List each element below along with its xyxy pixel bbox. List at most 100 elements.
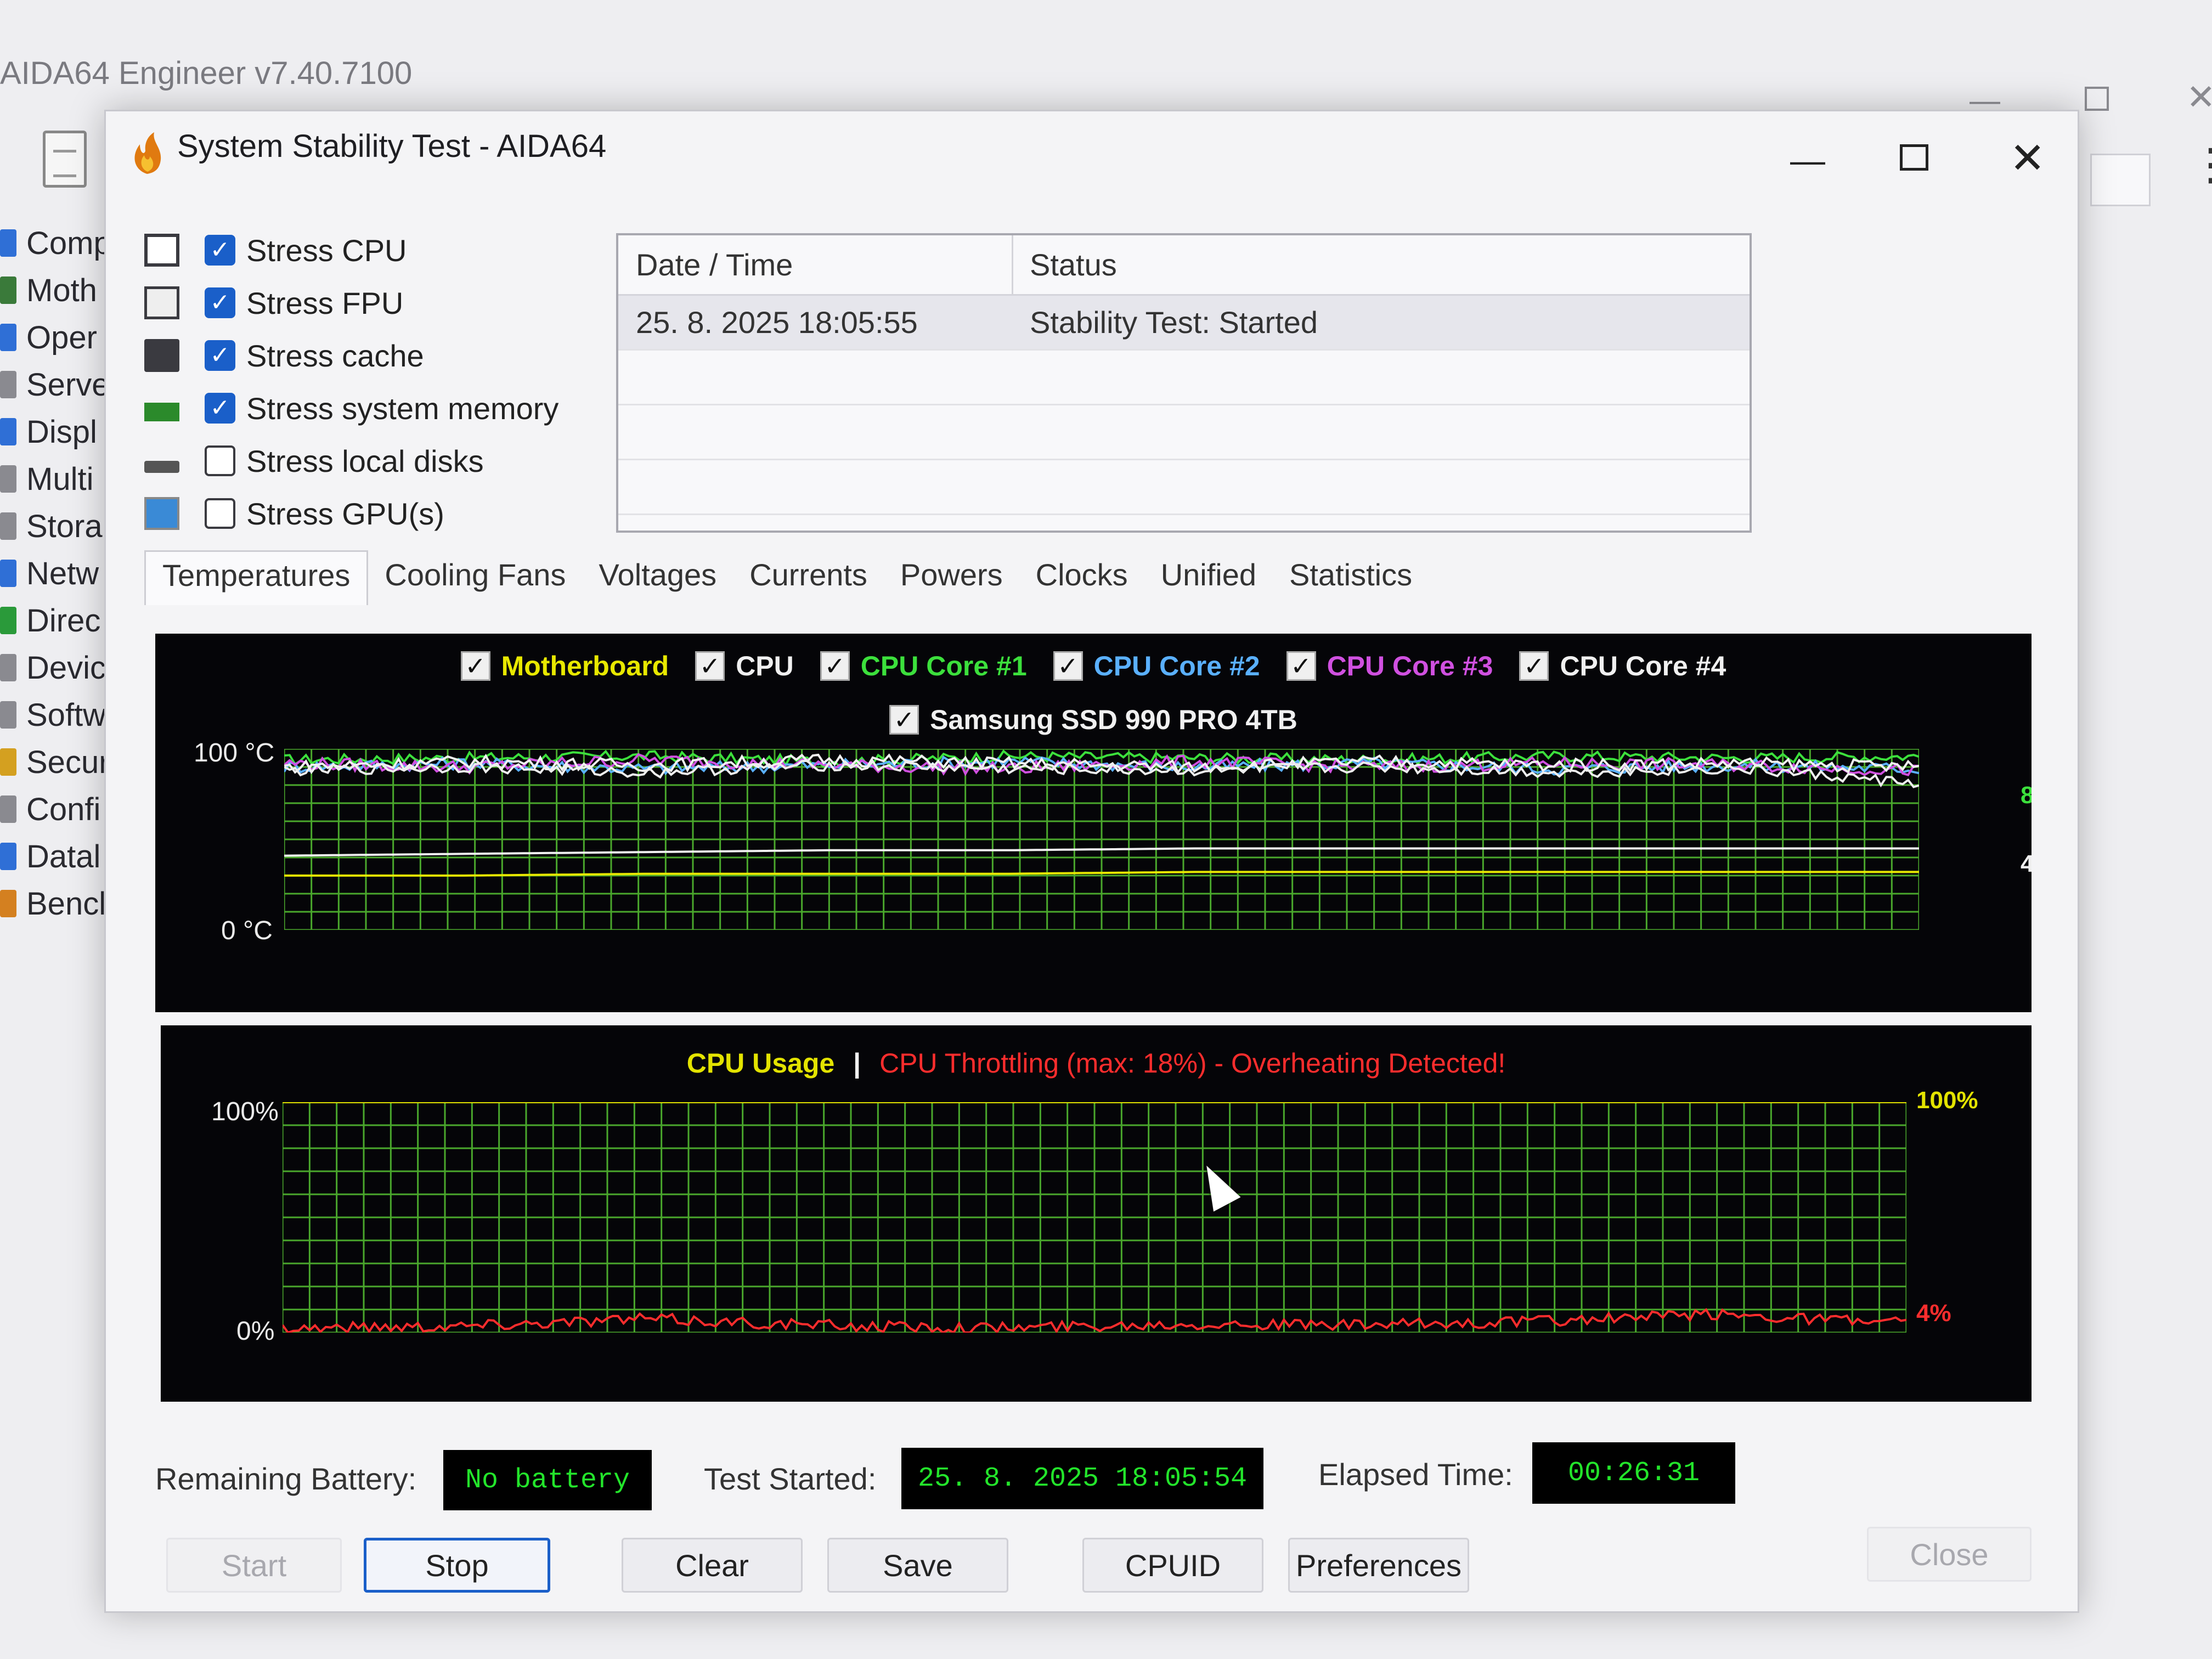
stress-option-checkbox[interactable] bbox=[205, 498, 235, 529]
legend-item[interactable]: CPU Core #4 bbox=[1519, 650, 1726, 682]
remaining-battery-label: Remaining Battery: bbox=[155, 1462, 417, 1496]
stability-test-dialog: System Stability Test - AIDA64 — ✕ Stres… bbox=[104, 110, 2079, 1613]
cpu-chart-title: CPU Usage | CPU Throttling (max: 18%) - … bbox=[161, 1047, 2032, 1079]
tab-clocks[interactable]: Clocks bbox=[1019, 550, 1144, 605]
nav-item[interactable]: Displ bbox=[0, 408, 104, 455]
tab-temperatures[interactable]: Temperatures bbox=[144, 550, 369, 605]
tab-statistics[interactable]: Statistics bbox=[1273, 550, 1429, 605]
table-row[interactable] bbox=[618, 405, 1750, 460]
elapsed-time-label: Elapsed Time: bbox=[1318, 1457, 1513, 1492]
cpu-chip-icon bbox=[144, 234, 179, 267]
main-close-button[interactable]: ✕ bbox=[2186, 77, 2212, 118]
stress-option-label[interactable]: Stress GPU(s) bbox=[246, 496, 444, 532]
nav-item[interactable]: Netw bbox=[0, 550, 104, 597]
nav-item[interactable]: Comp bbox=[0, 219, 104, 267]
nav-item-icon bbox=[0, 229, 16, 257]
stress-option-checkbox[interactable] bbox=[205, 287, 235, 318]
fpu-percent-icon bbox=[144, 286, 179, 319]
stress-option-checkbox[interactable] bbox=[205, 340, 235, 371]
legend-checkbox[interactable] bbox=[1286, 651, 1316, 681]
clear-button[interactable]: Clear bbox=[622, 1538, 803, 1593]
table-row[interactable]: 25. 8. 2025 18:05:55 Stability Test: Star… bbox=[618, 296, 1750, 351]
main-maximize-button[interactable] bbox=[2085, 87, 2109, 111]
dialog-close-button[interactable]: ✕ bbox=[2010, 133, 2045, 183]
tab-powers[interactable]: Powers bbox=[884, 550, 1019, 605]
nav-item-icon bbox=[0, 795, 16, 823]
nav-item[interactable]: Softw bbox=[0, 691, 104, 738]
tab-currents[interactable]: Currents bbox=[733, 550, 884, 605]
temperature-legend: Motherboard CPU CPU Core #1 CPU Core #2 CPU … bbox=[155, 650, 2032, 682]
stress-option-checkbox[interactable] bbox=[205, 445, 235, 476]
dialog-maximize-button[interactable] bbox=[1900, 144, 1928, 171]
dialog-minimize-button[interactable]: — bbox=[1790, 140, 1825, 180]
legend-label: CPU Core #4 bbox=[1560, 651, 1726, 681]
stress-option-row: Stress FPU bbox=[144, 276, 638, 329]
stress-option-checkbox[interactable] bbox=[205, 235, 235, 266]
save-button[interactable]: Save bbox=[827, 1538, 1008, 1593]
stress-option-checkbox[interactable] bbox=[205, 393, 235, 424]
stress-option-label[interactable]: Stress cache bbox=[246, 338, 424, 374]
nav-item[interactable]: Oper bbox=[0, 314, 104, 361]
stress-option-label[interactable]: Stress FPU bbox=[246, 285, 403, 321]
column-header-status[interactable]: Status bbox=[1013, 235, 1750, 294]
nav-item[interactable]: Serve bbox=[0, 361, 104, 408]
nav-item-label: Stora bbox=[26, 508, 103, 544]
cpuid-button[interactable]: CPUID bbox=[1082, 1538, 1263, 1593]
legend-checkbox[interactable] bbox=[460, 651, 490, 681]
main-titlebar: AIDA64 Engineer v7.40.7100 — ✕ bbox=[0, 22, 2212, 117]
stress-option-row: Stress system memory bbox=[144, 382, 638, 435]
tab-unified[interactable]: Unified bbox=[1144, 550, 1273, 605]
nav-item[interactable]: Secur bbox=[0, 738, 104, 786]
legend-checkbox[interactable] bbox=[1053, 651, 1083, 681]
cpu-y-min-label: 0% bbox=[236, 1317, 275, 1346]
status-log-table[interactable]: Date / Time Status 25. 8. 2025 18:05:55 S… bbox=[616, 233, 1752, 533]
start-button[interactable]: Start bbox=[166, 1538, 342, 1593]
legend-item[interactable]: Motherboard bbox=[460, 650, 669, 682]
nav-item[interactable]: Multi bbox=[0, 455, 104, 503]
legend-item[interactable]: CPU Core #2 bbox=[1053, 650, 1260, 682]
nav-item[interactable]: Devic bbox=[0, 644, 104, 691]
log-datetime-cell bbox=[618, 460, 1013, 514]
log-status-cell bbox=[1013, 460, 1750, 514]
stress-option-label[interactable]: Stress local disks bbox=[246, 443, 484, 479]
nav-item-label: Bencl bbox=[26, 885, 104, 922]
stress-option-row: Stress local disks bbox=[144, 435, 638, 487]
main-search-input[interactable] bbox=[2090, 154, 2151, 206]
nav-item[interactable]: Stora bbox=[0, 503, 104, 550]
legend-checkbox[interactable] bbox=[695, 651, 725, 681]
nav-item[interactable]: Moth bbox=[0, 267, 104, 314]
legend-item[interactable]: CPU Core #1 bbox=[820, 650, 1027, 682]
table-row[interactable] bbox=[618, 351, 1750, 405]
nav-item-icon bbox=[0, 276, 16, 304]
stop-button[interactable]: Stop bbox=[364, 1538, 550, 1593]
report-icon[interactable] bbox=[43, 131, 87, 188]
legend-item[interactable]: CPU Core #3 bbox=[1286, 650, 1493, 682]
nav-item[interactable]: Datal bbox=[0, 833, 104, 880]
sensor-tabs: Temperatures Cooling Fans Voltages Currents… bbox=[144, 550, 1429, 605]
legend-checkbox[interactable] bbox=[889, 705, 919, 735]
tab-voltages[interactable]: Voltages bbox=[582, 550, 733, 605]
tab-cooling-fans[interactable]: Cooling Fans bbox=[368, 550, 582, 605]
nav-item[interactable]: Confi bbox=[0, 786, 104, 833]
nav-item[interactable]: Bencl bbox=[0, 880, 104, 927]
legend-item[interactable]: Samsung SSD 990 PRO 4TB bbox=[889, 704, 1297, 736]
legend-checkbox[interactable] bbox=[820, 651, 850, 681]
close-button[interactable]: Close bbox=[1867, 1527, 2032, 1582]
preferences-button[interactable]: Preferences bbox=[1288, 1538, 1469, 1593]
table-row[interactable] bbox=[618, 460, 1750, 515]
nav-tree: Comp Moth Oper Serve Displ Multi Stora Netw Dire… bbox=[0, 219, 104, 927]
nav-item[interactable]: Direc bbox=[0, 597, 104, 644]
stress-option-label[interactable]: Stress system memory bbox=[246, 391, 558, 426]
cpu-throttle-end-value: 4% bbox=[1916, 1300, 1951, 1327]
log-status-cell bbox=[1013, 351, 1750, 404]
legend-item[interactable]: CPU bbox=[695, 650, 794, 682]
column-header-datetime[interactable]: Date / Time bbox=[618, 235, 1013, 294]
memory-module-icon bbox=[144, 403, 179, 421]
temperature-grid bbox=[284, 749, 1919, 930]
nav-item-icon bbox=[0, 654, 16, 681]
nav-item-label: Comp bbox=[26, 225, 104, 261]
flame-icon bbox=[134, 132, 161, 174]
kebab-menu-icon[interactable]: ⋮ bbox=[2189, 143, 2212, 187]
stress-option-label[interactable]: Stress CPU bbox=[246, 233, 407, 268]
legend-checkbox[interactable] bbox=[1519, 651, 1549, 681]
